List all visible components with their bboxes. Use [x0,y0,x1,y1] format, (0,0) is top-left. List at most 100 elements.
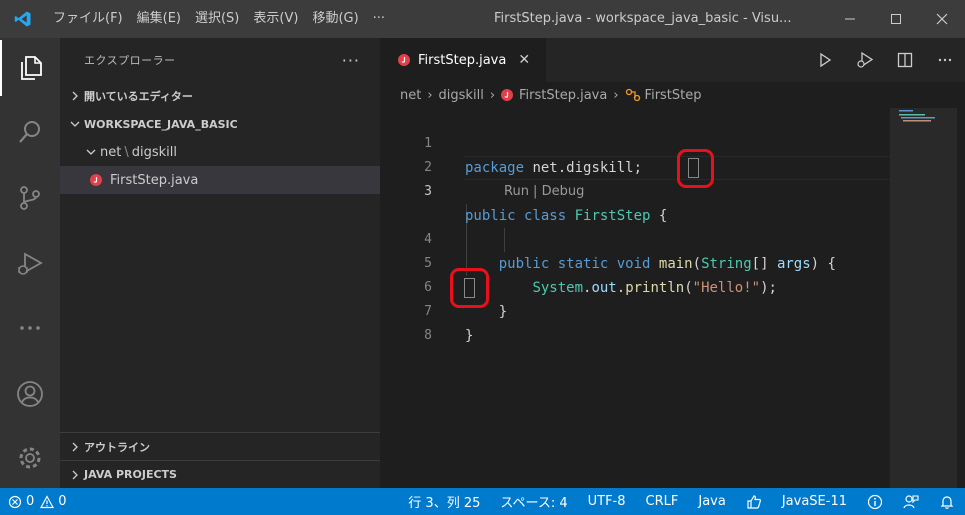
debug-run-button[interactable] [845,38,885,82]
run-debug-icon [18,252,43,275]
folder-name-part1: net [100,144,122,160]
source-control-button[interactable] [0,170,60,226]
code-line-1: 1 package net.digskill; [380,108,890,176]
codelens-run-debug[interactable]: Run | Debug [504,180,584,204]
split-editor-button[interactable] [885,38,925,82]
status-bar-right: 行 3、列 25 スペース: 4 UTF-8 CRLF Java JavaSE-… [398,488,965,515]
java-projects-section[interactable]: JAVA PROJECTS [60,460,380,488]
folder-name-part2: digskill [131,144,177,160]
tab-label: FirstStep.java [418,52,507,68]
tab-firststep-java[interactable]: FirstStep.java ✕ [380,38,546,82]
editor-actions [805,38,965,82]
feedback-icon [903,494,919,508]
outline-label: アウトライン [84,440,150,454]
problems-indicator[interactable]: 0 0 [0,488,67,515]
title-bar: ファイル(F) 編集(E) 選択(S) 表示(V) 移動(G) ··· Firs… [0,0,965,38]
annotation-circle-open-brace [677,149,714,188]
close-window-button[interactable] [919,0,965,38]
menu-selection[interactable]: 選択(S) [188,0,246,38]
menu-more[interactable]: ··· [366,0,392,38]
breadcrumb-class[interactable]: FirstStep [645,88,702,103]
chevron-right-icon: › [613,87,619,103]
status-bar: 0 0 行 3、列 25 スペース: 4 UTF-8 CRLF Java Jav… [0,488,965,515]
feedback-button[interactable] [893,488,929,515]
file-name: FirstStep.java [110,172,199,188]
code-editor[interactable]: 1 package net.digskill; 2 3 public class… [380,108,890,488]
code-line-4: 4 public static void main(String[] args)… [380,204,890,272]
activity-bar [0,38,60,488]
folder-net-digskill[interactable]: net \ digskill [60,138,380,166]
ellipsis-icon [20,326,40,330]
breadcrumb-file[interactable]: FirstStep.java [519,88,607,103]
menu-view[interactable]: 表示(V) [246,0,305,38]
indentation[interactable]: スペース: 4 [490,488,577,515]
folder-separator: \ [124,144,129,160]
debug-play-icon [857,51,874,68]
language-mode[interactable]: Java [688,488,735,515]
code-line-3: 3 public class FirstStep { [380,156,890,224]
minimap-slider[interactable] [891,108,958,488]
editor-tab-bar: FirstStep.java ✕ [380,38,965,82]
search-icon [19,121,40,143]
chevron-right-icon: › [427,87,433,103]
java-runtime[interactable]: JavaSE-11 [772,488,857,515]
end-of-line[interactable]: CRLF [636,488,689,515]
code-line-2: 2 [380,132,890,175]
java-projects-label: JAVA PROJECTS [84,468,177,481]
file-firststep-java[interactable]: FirstStep.java [60,166,380,194]
explorer-header: エクスプローラー ··· [60,38,380,82]
cursor-position[interactable]: 行 3、列 25 [398,488,490,515]
tab-close-button[interactable]: ✕ [518,52,530,68]
outline-section[interactable]: アウトライン [60,432,380,460]
split-editor-icon [897,52,913,68]
window-controls [827,0,965,38]
notifications-button[interactable] [929,488,965,515]
explorer-sidebar: エクスプローラー ··· 開いているエディター WORKSPACE_JAVA_B… [60,38,380,488]
line-number: 3 [424,184,432,199]
manage-button[interactable] [0,430,60,486]
more-views-button[interactable] [0,300,60,356]
minimize-button[interactable] [827,0,873,38]
breadcrumb-net[interactable]: net [400,88,421,103]
explorer-button[interactable] [0,40,60,96]
java-file-icon [90,174,102,186]
minimize-icon [845,18,855,20]
thumbs-up-icon [747,494,761,509]
info-icon [867,494,883,509]
accounts-button[interactable] [0,366,60,422]
search-button[interactable] [0,104,60,160]
bell-icon [940,495,954,509]
minimap[interactable] [890,108,958,488]
play-icon [820,52,832,68]
run-debug-button[interactable] [0,236,60,292]
info-button[interactable] [857,488,893,515]
gear-icon [19,447,41,469]
run-button[interactable] [805,38,845,82]
vertical-scrollbar[interactable] [957,108,965,488]
encoding[interactable]: UTF-8 [578,488,636,515]
line-number: 8 [424,328,432,343]
warning-count: 0 [58,494,67,509]
explorer-title: エクスプローラー [84,54,176,67]
chevron-down-icon [66,119,84,129]
menu-edit[interactable]: 編集(E) [130,0,188,38]
chevron-right-icon [66,470,84,480]
workspace-section[interactable]: WORKSPACE_JAVA_BASIC [60,110,380,138]
close-brace: } [465,328,474,344]
menu-file[interactable]: ファイル(F) [46,0,130,38]
open-editors-label: 開いているエディター [84,90,193,103]
java-status-button[interactable] [736,488,772,515]
menu-go[interactable]: 移動(G) [305,0,365,38]
maximize-button[interactable] [873,0,919,38]
chevron-down-icon [82,147,100,157]
breadcrumb-digskill[interactable]: digskill [439,88,484,103]
close-icon [936,13,948,25]
explorer-more-button[interactable]: ··· [342,51,360,70]
vscode-logo-icon [0,0,46,38]
open-editors-section[interactable]: 開いているエディター [60,82,380,110]
java-file-icon [398,54,410,66]
java-file-icon [501,89,514,101]
editor-more-button[interactable] [925,38,965,82]
error-icon [8,495,22,508]
ellipsis-icon [938,58,952,62]
